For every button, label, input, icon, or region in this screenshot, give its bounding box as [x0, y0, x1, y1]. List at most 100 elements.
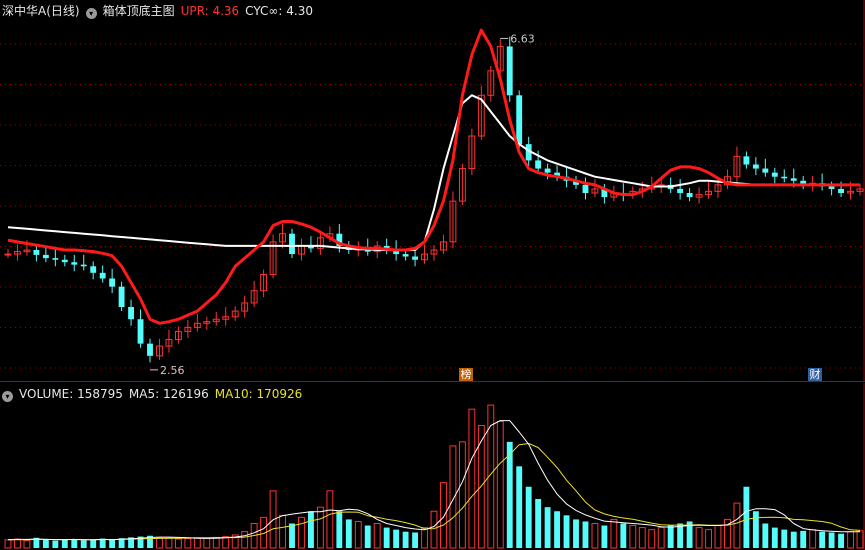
volume-bar-down	[516, 466, 523, 548]
volume-bar-up	[657, 527, 665, 549]
ma10-line	[7, 443, 861, 541]
volume-bar-down	[80, 540, 87, 548]
volume-bar-up	[856, 530, 864, 549]
volume-bar-up	[193, 537, 201, 549]
chevron-down-icon[interactable]: ▾	[85, 8, 97, 19]
volume-bar-down	[819, 531, 826, 548]
ma10-value: MA10: 170926	[214, 387, 303, 401]
candle-body-down	[828, 186, 835, 189]
candle-body-down	[762, 168, 769, 173]
volume-bar-up	[241, 531, 249, 549]
volume-chart-pane[interactable]: ▾ VOLUME: 158795 MA5: 126196 MA10: 170926	[0, 383, 865, 550]
volume-bar-down	[544, 507, 551, 548]
volume-bar-down	[52, 540, 59, 548]
volume-bar-down	[307, 511, 314, 548]
volume-bar-down	[61, 539, 68, 548]
volume-bar-up	[421, 527, 428, 549]
volume-bar-up	[4, 539, 12, 549]
candle-body-down	[544, 168, 551, 173]
candle-body-down	[752, 164, 759, 169]
volume-bar-down	[601, 525, 608, 548]
volume-bar-up	[326, 490, 334, 549]
ma5-value: MA5: 126196	[128, 387, 209, 401]
volume-bar-down	[525, 486, 532, 548]
candle-body-down	[582, 184, 589, 193]
low-price-label: 2.56	[160, 364, 185, 377]
cyc-value: CYC∞: 4.30	[245, 4, 313, 18]
volume-bar-down	[667, 525, 674, 548]
volume-bar-up	[449, 445, 457, 549]
volume-bar-down	[412, 532, 419, 548]
indicator-name[interactable]: 箱体顶底主图	[103, 4, 175, 18]
volume-bar-up	[184, 538, 192, 549]
stock-title: 深中华A(日线)	[2, 4, 80, 18]
upr-line	[7, 28, 860, 325]
volume-bar-down	[383, 527, 390, 548]
volume-bar-up	[705, 529, 712, 549]
volume-bar-up	[165, 537, 173, 549]
volume-bar-down	[71, 539, 78, 548]
pane-divider[interactable]	[0, 381, 865, 382]
volume-bar-down	[289, 523, 295, 548]
volume-bar-up	[695, 527, 703, 549]
volume-bar-down	[364, 525, 371, 548]
volume-bar-up	[638, 527, 646, 549]
candle-body-down	[289, 233, 295, 255]
upr-value: UPR: 4.36	[180, 4, 240, 18]
volume-bar-up	[610, 518, 618, 549]
candle-body-down	[118, 286, 125, 307]
volume-bar-up	[468, 408, 476, 549]
volume-bar-down	[563, 515, 570, 548]
candle-body-down	[80, 264, 87, 267]
volume-bar-up	[354, 520, 362, 549]
volume-bar-down	[828, 532, 835, 548]
candle-body-down	[781, 176, 788, 179]
candle-body-down	[99, 272, 106, 279]
volume-bar-up	[279, 514, 286, 549]
volume-bar-down	[393, 529, 400, 548]
volume-bar-up	[430, 510, 438, 549]
high-price-label: 6.63	[510, 32, 535, 45]
badge-cai[interactable]: 财	[808, 368, 822, 382]
volume-bar-up	[203, 537, 211, 549]
volume-bar-up	[23, 540, 31, 549]
candle-body-down	[71, 262, 78, 265]
volume-bar-up	[714, 525, 722, 549]
candlestick-chart[interactable]: 6.63 2.56	[0, 0, 865, 382]
candle-body-down	[128, 307, 135, 320]
candle-body-down	[109, 278, 116, 287]
volume-bar-up	[14, 538, 21, 549]
candle-body-down	[677, 188, 684, 193]
candlestick-chart-pane[interactable]: 6.63 2.56 深中华A(日线) ▾ 箱体顶底主图 UPR: 4.36 CYC∞: 4…	[0, 0, 865, 382]
volume-chart[interactable]	[0, 383, 865, 550]
volume-bar-down	[838, 533, 845, 548]
candle-body-up	[4, 253, 12, 256]
volume-bar-up	[847, 531, 854, 549]
candle-body-down	[52, 258, 59, 260]
chevron-down-icon[interactable]: ▾	[2, 391, 13, 402]
candle-body-down	[402, 254, 409, 257]
volume-bar-up	[629, 525, 637, 549]
volume-bar-up	[458, 441, 466, 549]
volume-bar-down	[752, 511, 759, 548]
candle-body-down	[147, 343, 153, 356]
volume-bar-up	[298, 516, 305, 549]
volume-header: ▾ VOLUME: 158795 MA5: 126196 MA10: 170926	[2, 386, 308, 402]
candle-body-down	[516, 95, 523, 145]
candle-body-down	[506, 46, 513, 96]
volume-bar-down	[506, 441, 513, 548]
volume-bar-up	[316, 506, 324, 549]
volume-bar-up	[648, 529, 656, 549]
candle-body-down	[535, 160, 542, 169]
volume-bar-down	[771, 527, 778, 548]
ma5-line	[7, 420, 860, 541]
badge-bang[interactable]: 榜	[459, 368, 473, 382]
candle-body-down	[686, 193, 693, 198]
volume-bar-down	[402, 531, 409, 548]
volume-bar-up	[591, 523, 599, 549]
candle-body-down	[61, 259, 68, 263]
candle-body-down	[771, 172, 778, 177]
candle-body-down	[42, 254, 49, 259]
volume-bar-down	[677, 523, 684, 548]
volume-bar-up	[809, 529, 817, 549]
